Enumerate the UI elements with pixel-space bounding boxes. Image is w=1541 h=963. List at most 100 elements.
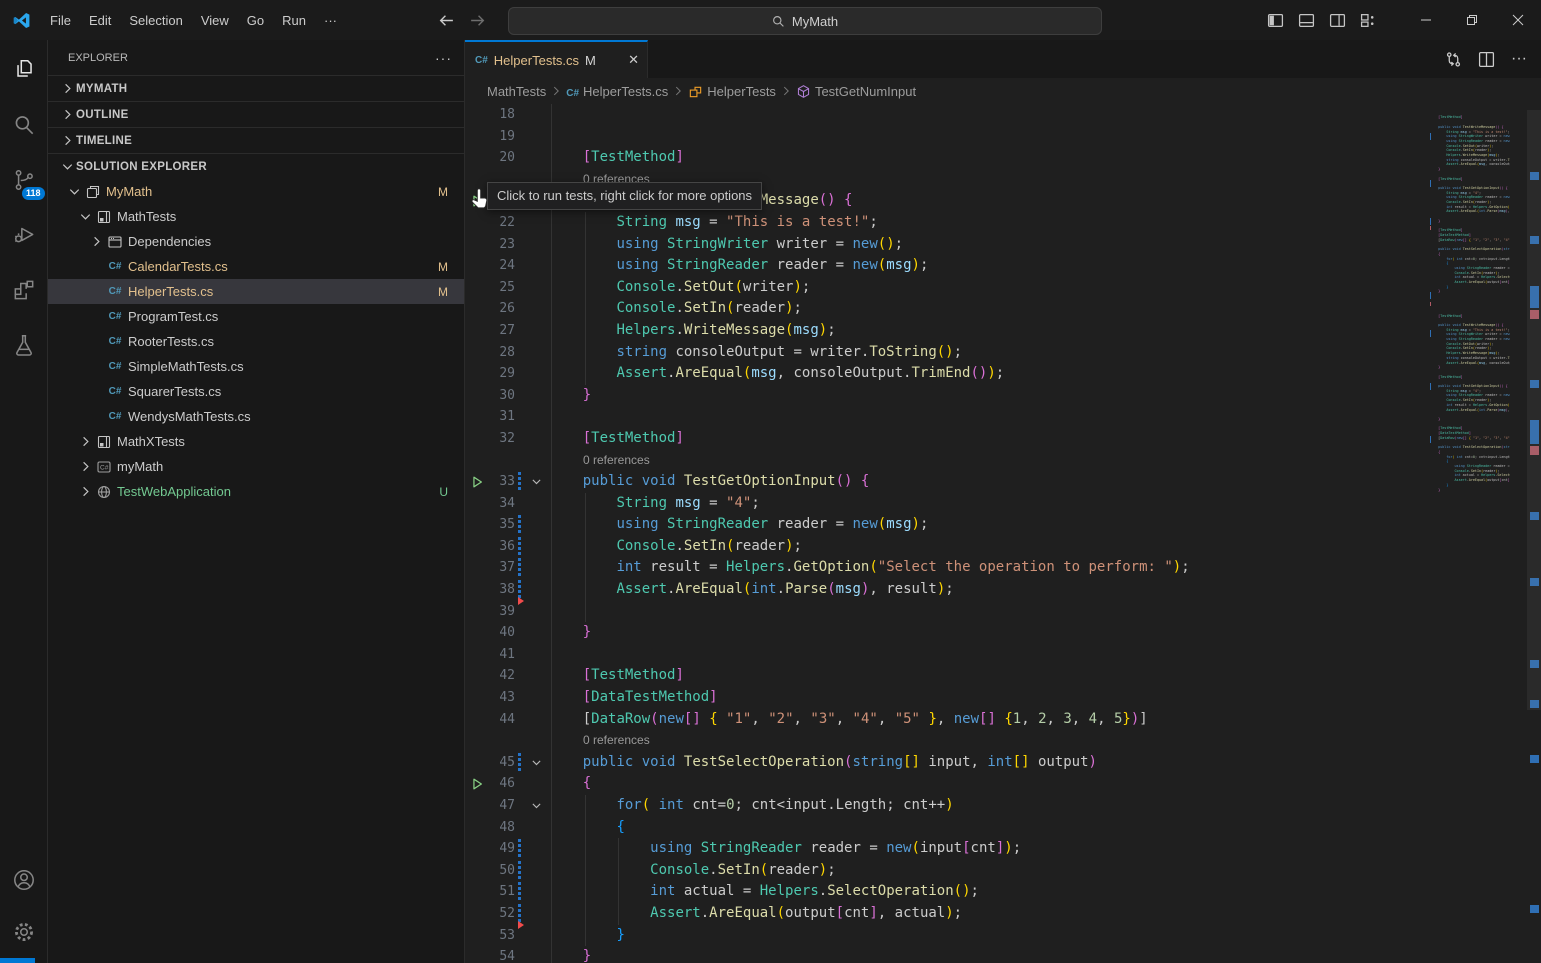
fold-chevron-icon[interactable]	[524, 795, 549, 817]
testing-icon[interactable]	[7, 328, 41, 362]
menu-item-view[interactable]: View	[192, 9, 238, 32]
code-line[interactable]: 41	[465, 644, 1541, 666]
extensions-icon[interactable]	[7, 273, 41, 307]
forward-arrow-icon[interactable]	[469, 12, 486, 29]
tree-item-dependencies[interactable]: Dependencies	[48, 229, 464, 254]
code-line[interactable]: 46 {	[465, 773, 1541, 795]
code-line[interactable]: 47 for( int cnt=0; cnt<input.Length; cnt…	[465, 795, 1541, 817]
explorer-more-actions[interactable]: ···	[435, 50, 452, 66]
breadcrumb-item[interactable]: MathTests	[487, 84, 546, 99]
code-line[interactable]: 54 }	[465, 946, 1541, 963]
explorer-icon[interactable]	[7, 53, 41, 87]
back-arrow-icon[interactable]	[438, 12, 455, 29]
code-line[interactable]: 38 Assert.AreEqual(int.Parse(msg), resul…	[465, 579, 1541, 601]
chevron-right-icon[interactable]	[77, 434, 94, 449]
split-editor-icon[interactable]	[1478, 51, 1495, 68]
code-line[interactable]: 48 {	[465, 817, 1541, 839]
code-line[interactable]: 25 Console.SetOut(writer);	[465, 277, 1541, 299]
codelens-row[interactable]: 0 references	[465, 730, 1541, 752]
vertical-scrollbar[interactable]	[1527, 110, 1541, 710]
code-line[interactable]: 39	[465, 601, 1541, 623]
section-header-outline[interactable]: OUTLINE	[48, 101, 464, 127]
menu-item-selection[interactable]: Selection	[120, 9, 191, 32]
menu-item-run[interactable]: Run	[273, 9, 315, 32]
code-line[interactable]: 45 public void TestSelectOperation(strin…	[465, 752, 1541, 774]
menu-item-go[interactable]: Go	[238, 9, 273, 32]
tree-item-mathxtests[interactable]: MathXTests	[48, 429, 464, 454]
code-line[interactable]: 49 using StringReader reader = new(input…	[465, 838, 1541, 860]
command-center-search[interactable]: MyMath	[508, 7, 1102, 35]
code-line[interactable]: 24 using StringReader reader = new(msg);	[465, 255, 1541, 277]
code-line[interactable]: 27 Helpers.WriteMessage(msg);	[465, 320, 1541, 342]
code-line[interactable]: 34 String msg = "4";	[465, 493, 1541, 515]
chevron-right-icon[interactable]	[77, 484, 94, 499]
close-button[interactable]	[1495, 0, 1541, 40]
code-line[interactable]: 36 Console.SetIn(reader);	[465, 536, 1541, 558]
chevron-right-icon[interactable]	[77, 459, 94, 474]
code-line[interactable]: 22 String msg = "This is a test!";	[465, 212, 1541, 234]
search-view-icon[interactable]	[7, 108, 41, 142]
codelens-references[interactable]: 0 references	[583, 453, 650, 467]
code-line[interactable]: 26 Console.SetIn(reader);	[465, 298, 1541, 320]
code-line[interactable]: 33 public void TestGetOptionInput() {	[465, 471, 1541, 493]
code-line[interactable]: 37 int result = Helpers.GetOption("Selec…	[465, 557, 1541, 579]
section-header-solution-explorer[interactable]: SOLUTION EXPLORER	[48, 153, 464, 179]
tree-item-mymath[interactable]: C#myMath	[48, 454, 464, 479]
menu-item-file[interactable]: File	[41, 9, 80, 32]
source-control-icon[interactable]: 118	[7, 163, 41, 197]
code-line[interactable]: 42 [TestMethod]	[465, 665, 1541, 687]
customize-layout-icon[interactable]	[1360, 12, 1377, 29]
code-line[interactable]: 50 Console.SetIn(reader);	[465, 860, 1541, 882]
chevron-down-icon[interactable]	[66, 184, 83, 199]
code-line[interactable]: 20 [TestMethod]	[465, 147, 1541, 169]
chevron-right-icon[interactable]	[88, 234, 105, 249]
breadcrumb-item[interactable]: TestGetNumInput	[796, 84, 916, 99]
breadcrumb-item[interactable]: HelperTests	[688, 84, 776, 99]
code-line[interactable]: 40 }	[465, 622, 1541, 644]
codelens-references[interactable]: 0 references	[583, 733, 650, 747]
tree-item-testwebapplication[interactable]: TestWebApplicationU	[48, 479, 464, 504]
editor-more-actions[interactable]: ···	[1511, 50, 1527, 68]
toggle-secondary-sidebar-icon[interactable]	[1329, 12, 1346, 29]
toggle-panel-icon[interactable]	[1298, 12, 1315, 29]
menu-item-edit[interactable]: Edit	[80, 9, 120, 32]
section-header-timeline[interactable]: TIMELINE	[48, 127, 464, 153]
menu-item-[interactable]: ···	[315, 9, 346, 32]
code-line[interactable]: 52 Assert.AreEqual(output[cnt], actual);	[465, 903, 1541, 925]
code-line[interactable]: 28 string consoleOutput = writer.ToStrin…	[465, 342, 1541, 364]
minimap[interactable]: [TestMethod] public void TestWriteMessag…	[1430, 106, 1510, 963]
code-line[interactable]: 44 [DataRow(new[] { "1", "2", "3", "4", …	[465, 709, 1541, 731]
account-icon[interactable]	[7, 863, 41, 897]
code-line[interactable]: 29 Assert.AreEqual(msg, consoleOutput.Tr…	[465, 363, 1541, 385]
run-debug-icon[interactable]	[7, 218, 41, 252]
toggle-sidebar-icon[interactable]	[1267, 12, 1284, 29]
code-line[interactable]: 19	[465, 126, 1541, 148]
tree-item-squarertests-cs[interactable]: C#SquarerTests.cs	[48, 379, 464, 404]
fold-chevron-icon[interactable]	[524, 752, 549, 774]
tree-item-programtest-cs[interactable]: C#ProgramTest.cs	[48, 304, 464, 329]
code-line[interactable]: 43 [DataTestMethod]	[465, 687, 1541, 709]
tab-close-icon[interactable]: ✕	[628, 52, 639, 68]
code-area[interactable]: 181920 [TestMethod]0 references21 public…	[465, 104, 1541, 963]
tree-item-simplemathtests-cs[interactable]: C#SimpleMathTests.cs	[48, 354, 464, 379]
code-line[interactable]: 18	[465, 104, 1541, 126]
code-line[interactable]: 51 int actual = Helpers.SelectOperation(…	[465, 881, 1541, 903]
code-line[interactable]: 32 [TestMethod]	[465, 428, 1541, 450]
section-header-mymath[interactable]: MYMATH	[48, 75, 464, 101]
code-line[interactable]: 53 }	[465, 925, 1541, 947]
tree-item-calendartests-cs[interactable]: C#CalendarTests.csM	[48, 254, 464, 279]
tree-item-mathtests[interactable]: MathTests	[48, 204, 464, 229]
code-line[interactable]: 31	[465, 406, 1541, 428]
fold-chevron-icon[interactable]	[524, 471, 549, 493]
settings-gear-icon[interactable]	[7, 915, 41, 949]
tab-helpertests[interactable]: C# HelperTests.cs M ✕	[465, 40, 648, 78]
breadcrumb-item[interactable]: C#HelperTests.cs	[566, 84, 668, 99]
chevron-down-icon[interactable]	[77, 209, 94, 224]
tree-item-rootertests-cs[interactable]: C#RooterTests.cs	[48, 329, 464, 354]
minimize-button[interactable]	[1403, 0, 1449, 40]
restore-button[interactable]	[1449, 0, 1495, 40]
code-line[interactable]: 35 using StringReader reader = new(msg);	[465, 514, 1541, 536]
open-changes-icon[interactable]	[1445, 51, 1462, 68]
run-test-icon[interactable]	[465, 773, 489, 795]
tree-item-wendysmathtests-cs[interactable]: C#WendysMathTests.cs	[48, 404, 464, 429]
